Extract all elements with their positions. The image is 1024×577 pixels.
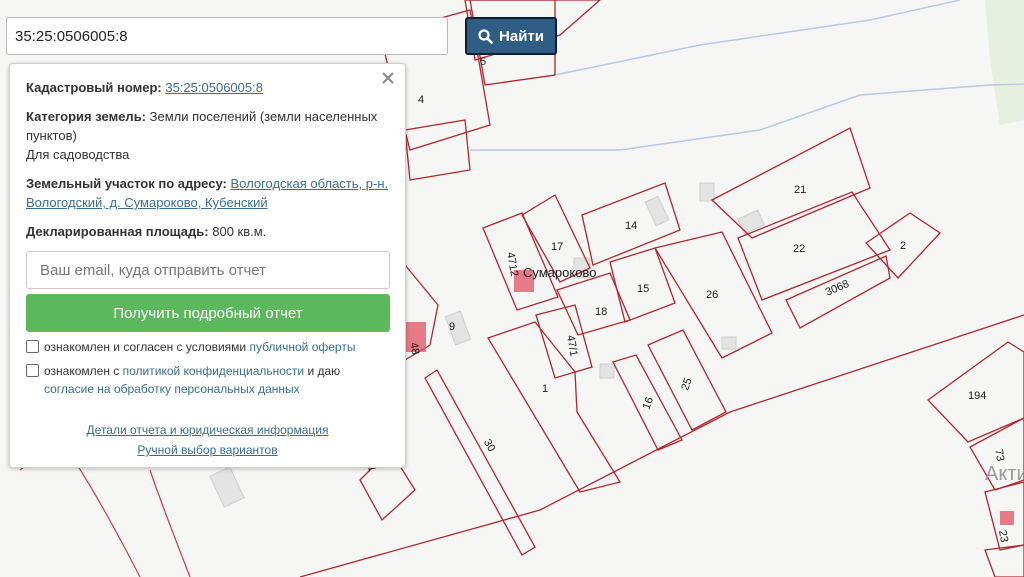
building [721,336,737,350]
plot-number: 4712 [504,251,520,277]
footer-links: Детали отчета и юридическая информация Р… [26,420,389,460]
offer-consent-label: ознакомлен и согласен с условиями [44,340,247,354]
plot-number: 1 [542,383,548,395]
plot-number: 21 [794,184,806,196]
plot-number: 17 [551,241,563,253]
offer-consent-checkbox[interactable] [26,340,39,353]
village-label: Сумароково [523,265,596,280]
parcel[interactable] [404,119,471,181]
search-button[interactable]: Найти [465,17,557,55]
search-button-label: Найти [499,27,544,45]
parcel[interactable] [737,191,891,301]
email-input[interactable] [26,251,390,289]
offer-consent-text: ознакомлен и согласен с условиями публич… [44,338,355,356]
privacy-consent-text: ознакомлен с политикой конфиденциальност… [44,362,389,398]
plot-number: 47/1 [564,334,580,357]
manual-selection-link[interactable]: Ручной выбор вариантов [137,443,277,457]
area-row: Декларированная площадь: 800 кв.м. [26,222,389,241]
watermark-overlay-text: Акти [985,463,1024,485]
address-label: Земельный участок по адресу: [26,176,227,191]
green-area [985,0,1024,125]
land-usage-value: Для садоводства [26,147,130,162]
building [699,182,715,202]
stream-line [470,83,1024,151]
parcel[interactable] [556,272,631,336]
data-processing-consent-link[interactable]: согласие на обработку персональных данны… [44,382,300,396]
plot-number: 9 [449,321,455,333]
parcel-highlight [1000,511,1014,525]
get-report-button[interactable]: Получить подробный отчет [26,294,390,332]
close-icon[interactable] [379,69,397,87]
parcel[interactable] [482,212,559,311]
parcel[interactable] [984,544,1024,577]
parcel[interactable] [535,304,593,379]
privacy-policy-link[interactable]: политикой конфиденциальности [123,364,304,378]
plot-number: 5 [480,56,486,68]
offer-consent-row: ознакомлен и согласен с условиями публич… [26,338,389,356]
plot-number: 2 [900,240,906,252]
plot-number: 30 [481,437,498,454]
cadastral-number-row: Кадастровый номер: 35:25:0506005:8 [26,78,389,97]
public-offer-link[interactable]: публичной оферты [249,340,355,354]
building [736,209,766,235]
plot-number: 15 [637,283,649,295]
area-label: Декларированная площадь: [26,224,209,239]
plot-number: 16 [641,395,656,411]
parcel-road-edge [299,314,1024,577]
cadastral-number-link[interactable]: 35:25:0506005:8 [165,80,263,95]
land-category-label: Категория земель: [26,109,147,124]
plot-number: 4 [418,94,424,106]
parcel[interactable] [487,321,622,493]
privacy-consent-row: ознакомлен с политикой конфиденциальност… [26,362,389,398]
privacy-consent-checkbox[interactable] [26,364,39,377]
plot-number: 22 [793,243,805,255]
plot-number: 26 [706,289,718,301]
report-details-link[interactable]: Детали отчета и юридическая информация [87,423,329,437]
land-category-row: Категория земель: Земли поселений (земли… [26,107,389,164]
plot-number: 194 [968,390,986,402]
privacy-consent-label-a: ознакомлен с [44,364,120,378]
plot-number: 73 [992,448,1006,462]
plot-number: 25 [679,376,694,392]
cadastral-search-input[interactable] [6,17,448,55]
river-line [554,0,961,76]
parcel[interactable] [710,127,871,239]
area-value: 800 кв.м. [212,224,267,239]
search-icon [478,28,493,44]
plot-number: 23 [996,529,1010,543]
privacy-consent-label-b: и даю [307,364,341,378]
parcel-info-panel: Кадастровый номер: 35:25:0506005:8 Катег… [9,63,406,468]
address-row: Земельный участок по адресу: Вологодская… [26,174,389,212]
plot-number: 14 [625,220,637,232]
building [599,363,615,379]
plot-number: 48 [407,341,421,355]
plot-number: 18 [595,306,607,318]
building [644,195,670,227]
cadastral-number-label: Кадастровый номер: [26,80,162,95]
road-boundary [149,469,191,577]
building [209,466,245,508]
